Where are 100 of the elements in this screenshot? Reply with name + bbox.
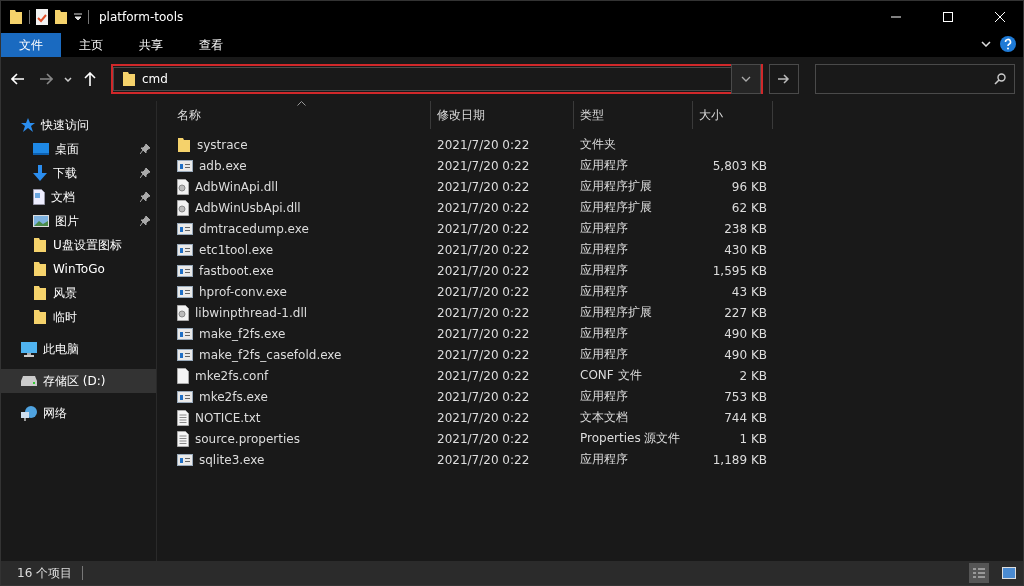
caret-icon[interactable] [74,13,82,21]
file-name[interactable]: make_f2fs_casefold.exe [199,347,429,362]
address-dropdown-button[interactable] [731,64,761,94]
sidebar-item[interactable]: WinToGo [1,257,156,281]
file-size: 1 KB [738,431,768,446]
sidebar-item[interactable]: 快速访问 [1,113,156,137]
modified-date: 2021/7/20 0:22 [436,452,531,467]
thumbnail-icon [1002,567,1016,579]
help-icon [1000,36,1016,52]
gear-file-icon [177,304,189,321]
ribbon-tab[interactable]: 查看 [181,33,241,57]
file-name[interactable]: systrace [197,137,427,152]
gear-file-icon [177,178,189,195]
ribbon-tab[interactable]: 文件 [1,33,61,57]
application-icon [177,389,193,404]
search-field[interactable] [815,64,1015,94]
modified-date: 2021/7/20 0:22 [436,179,531,194]
file-name[interactable]: adb.exe [199,158,429,173]
modified-date: 2021/7/20 0:22 [436,347,531,362]
checklist-icon[interactable] [36,9,48,25]
file-type: 应用程序 [579,283,629,300]
item-count: 16 个项目 [17,564,73,582]
column-header[interactable]: 类型 [574,101,693,129]
search-icon [994,73,1006,85]
pin-icon[interactable] [140,216,150,226]
file-size: 43 KB [730,284,768,299]
column-header[interactable]: 名称 [171,101,431,129]
column-header[interactable]: 修改日期 [431,101,574,129]
star-icon [21,118,35,132]
file-type: 应用程序扩展 [579,178,653,195]
folder-icon [33,309,47,325]
monitor-icon [21,341,37,357]
sidebar-item[interactable]: 存储区 (D:) [1,369,156,393]
file-name[interactable]: mke2fs.conf [195,368,425,383]
close-icon [995,12,1005,22]
file-size: 1,189 KB [711,452,768,467]
document-icon [33,189,45,205]
application-icon [177,284,193,299]
file-name[interactable]: hprof-conv.exe [199,284,429,299]
chevron-down-icon [981,41,991,47]
file-name[interactable]: dmtracedump.exe [199,221,429,236]
modified-date: 2021/7/20 0:22 [436,137,531,152]
gear-file-icon [177,199,189,216]
sidebar-item[interactable]: 图片 [1,209,156,233]
desktop-icon [33,143,49,155]
go-button[interactable] [769,64,799,94]
file-name[interactable]: make_f2fs.exe [199,326,429,341]
modified-date: 2021/7/20 0:22 [436,410,531,425]
file-type: 应用程序 [579,346,629,363]
modified-date: 2021/7/20 0:22 [436,431,531,446]
sidebar-item[interactable]: 桌面 [1,137,156,161]
chevron-down-icon [741,76,751,82]
file-icon [177,367,189,384]
up-arrow-icon [84,72,96,86]
file-name[interactable]: sqlite3.exe [199,452,429,467]
file-name[interactable]: libwinpthread-1.dll [195,305,425,320]
file-size: 744 KB [723,410,768,425]
sidebar-item[interactable]: 临时 [1,305,156,329]
modified-date: 2021/7/20 0:22 [436,242,531,257]
sidebar-item[interactable]: 文档 [1,185,156,209]
pin-icon[interactable] [140,144,150,154]
file-name[interactable]: NOTICE.txt [195,410,425,425]
sidebar-item[interactable]: 此电脑 [1,337,156,361]
file-type: 应用程序 [579,262,629,279]
sidebar-item[interactable]: 下载 [1,161,156,185]
image-icon [33,215,49,227]
left-arrow-icon [11,73,25,85]
modified-date: 2021/7/20 0:22 [436,200,531,215]
file-name[interactable]: fastboot.exe [199,263,429,278]
file-name[interactable]: etc1tool.exe [199,242,429,257]
pin-icon[interactable] [140,192,150,202]
modified-date: 2021/7/20 0:22 [436,305,531,320]
network-icon [21,405,37,421]
folder-icon [33,261,47,277]
sidebar-item[interactable]: 风景 [1,281,156,305]
down-arrow-icon [33,165,47,181]
file-type: 应用程序 [579,241,629,258]
pin-icon[interactable] [140,168,150,178]
ribbon-tab[interactable]: 主页 [61,33,121,57]
list-icon [973,567,985,579]
file-size: 753 KB [723,389,768,404]
file-type: 文件夹 [579,136,617,153]
file-name[interactable]: AdbWinUsbApi.dll [195,200,425,215]
details-view-button[interactable] [969,563,989,583]
file-name[interactable]: mke2fs.exe [199,389,429,404]
file-size: 238 KB [723,221,768,236]
sidebar-item[interactable]: 网络 [1,401,156,425]
application-icon [177,452,193,467]
file-size: 1,595 KB [711,263,768,278]
file-name[interactable]: source.properties [195,431,425,446]
file-size: 62 KB [730,200,768,215]
ribbon-tab[interactable]: 共享 [121,33,181,57]
file-type: 应用程序扩展 [579,199,653,216]
address-field[interactable]: cmd [113,67,731,91]
modified-date: 2021/7/20 0:22 [436,158,531,173]
sidebar-item[interactable]: U盘设置图标 [1,233,156,257]
file-name[interactable]: AdbWinApi.dll [195,179,425,194]
column-header[interactable]: 大小 [693,101,773,129]
help-button[interactable] [997,33,1019,55]
folder-icon [33,285,47,301]
